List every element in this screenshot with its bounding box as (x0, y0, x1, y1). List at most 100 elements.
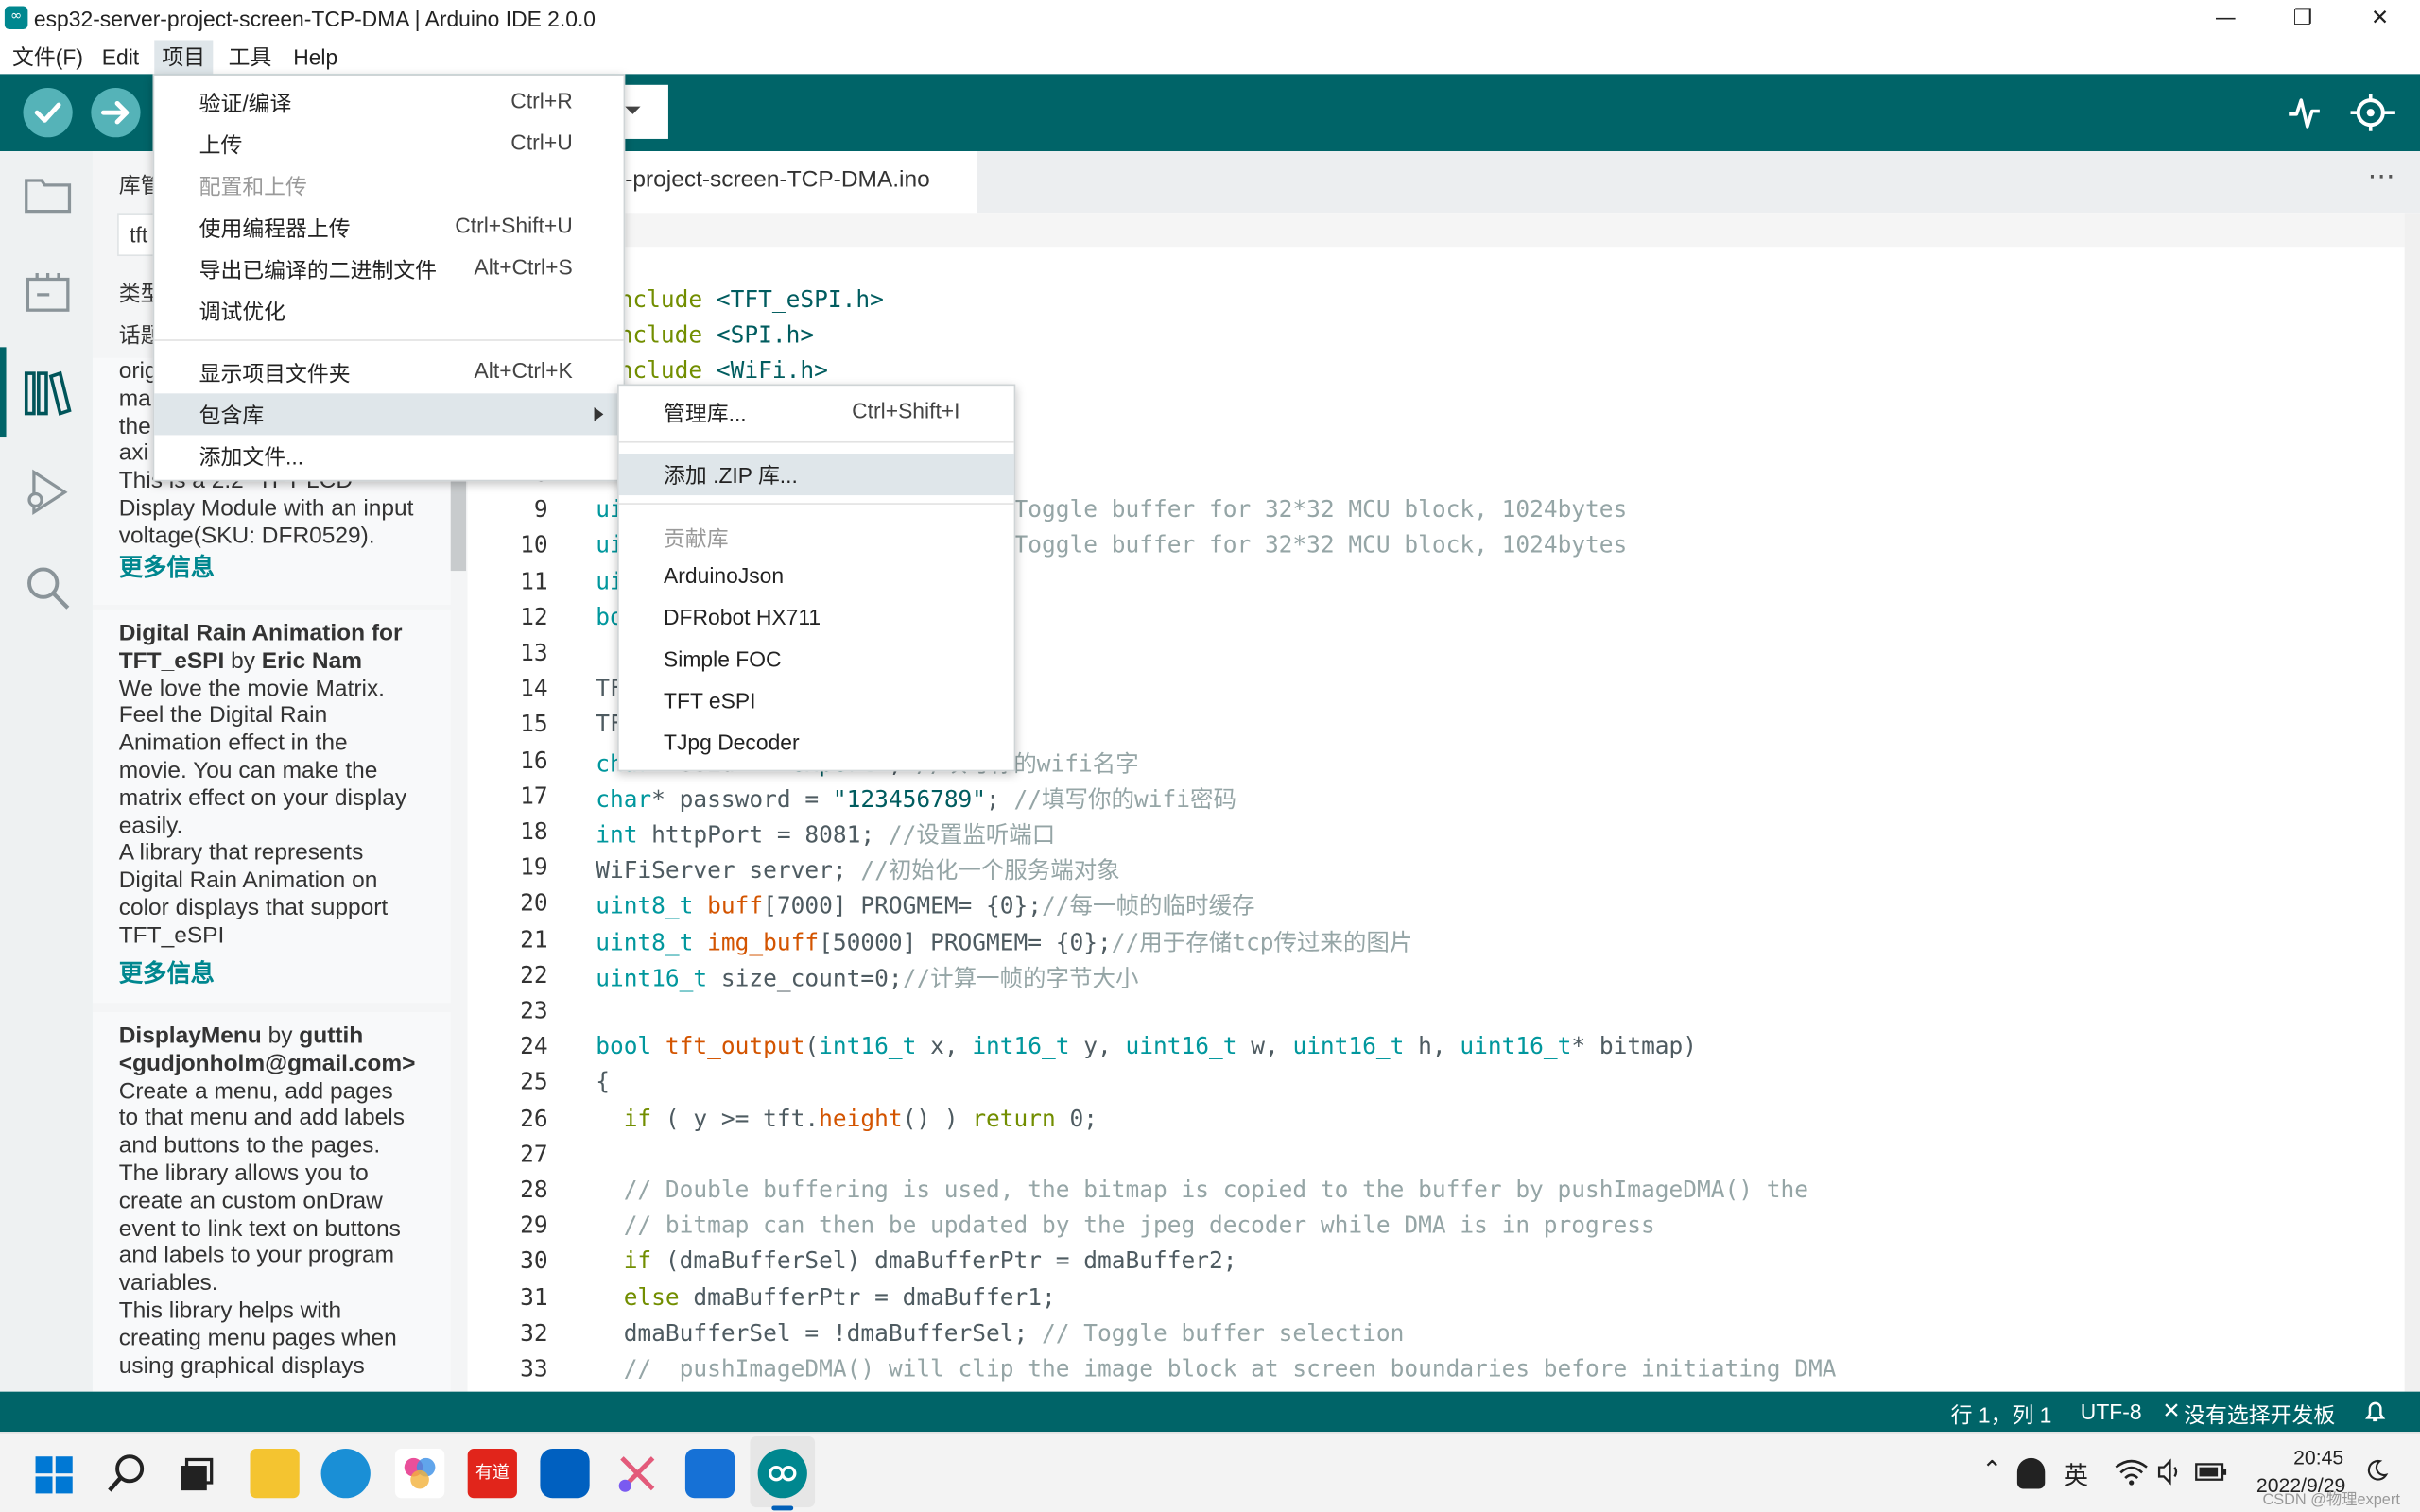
input-method-indicator[interactable]: 英 (2064, 1455, 2088, 1492)
edge-browser-icon[interactable] (320, 1449, 371, 1499)
file-encoding: UTF-8 (2080, 1399, 2142, 1424)
menu-manage-libraries[interactable]: 管理库... Ctrl+Shift+I (619, 392, 1014, 434)
library-description: Digital Rain Animation for TFT_eSPI by E… (119, 620, 436, 950)
menu-sketch[interactable]: 项目 (154, 40, 214, 75)
lenovo-app-icon[interactable] (540, 1449, 590, 1499)
library-dfrobot-hx711[interactable]: DFRobot HX711 (619, 598, 1014, 640)
phone-link-icon[interactable] (684, 1449, 735, 1499)
menu-help[interactable]: Help (285, 40, 345, 74)
serial-monitor-icon[interactable] (2347, 91, 2400, 134)
boards-manager-icon[interactable] (22, 266, 75, 319)
library-manager-icon[interactable] (22, 368, 75, 421)
line-number: 27 (520, 1140, 548, 1168)
menu-bar: 文件(F) Edit 项目 工具 Help (0, 40, 2420, 75)
code-line: uint8_t img_buff[50000] PROGMEM= {0};//用… (596, 928, 1413, 956)
menu-export-binary[interactable]: 导出已编译的二进制文件 Alt+Ctrl+S (154, 249, 623, 290)
verify-button[interactable] (23, 88, 73, 138)
snipping-tool-icon[interactable] (613, 1449, 662, 1498)
editor-scrollbar[interactable] (2404, 213, 2420, 1392)
line-number: 17 (520, 782, 548, 810)
code-line: // Double buffering is used, the bitmap … (623, 1176, 1808, 1204)
line-number: 15 (520, 710, 548, 739)
line-number: 13 (520, 638, 548, 667)
line-number: 30 (520, 1246, 548, 1276)
code-line: if (dmaBufferSel) dmaBufferPtr = dmaBuff… (623, 1246, 1237, 1276)
battery-icon[interactable] (2195, 1459, 2229, 1484)
library-description: DisplayMenu by guttih <gudjonholm@gmail.… (118, 1022, 416, 1379)
code-line: else dmaBufferPtr = dmaBuffer1; (623, 1282, 1056, 1312)
sketchbook-folder-icon[interactable] (22, 166, 75, 219)
menu-add-file[interactable]: 添加文件... (154, 435, 623, 476)
activity-bar (0, 150, 93, 1392)
menu-tools[interactable]: 工具 (220, 40, 279, 74)
line-number: 23 (520, 996, 548, 1025)
code-line: nclude <SPI.h> (618, 320, 815, 350)
library-arduinojson[interactable]: ArduinoJson (619, 557, 1014, 598)
status-bar: 行 1，列 1 UTF-8 ✕ 没有选择开发板 (0, 1391, 2420, 1433)
menu-separator (618, 503, 1014, 505)
code-line: nclude <TFT_eSPI.h> (618, 285, 884, 314)
line-number: 24 (520, 1032, 548, 1060)
line-number: 31 (520, 1282, 548, 1312)
menu-verify-compile[interactable]: 验证/编译 Ctrl+R (154, 82, 623, 124)
menu-upload[interactable]: 上传 Ctrl+U (154, 124, 623, 165)
taskbar-search-icon[interactable] (105, 1452, 148, 1495)
line-number: 14 (520, 674, 548, 703)
active-app-indicator (771, 1505, 794, 1511)
volume-icon[interactable] (2156, 1458, 2184, 1486)
code-line: bool tft_output(int16_t x, int16_t y, ui… (596, 1032, 1698, 1060)
line-number: 33 (520, 1354, 548, 1383)
line-number: 29 (520, 1211, 548, 1240)
menu-include-library[interactable]: 包含库 (154, 393, 624, 436)
search-icon[interactable] (22, 561, 75, 614)
more-info-link[interactable]: 更多信息 (119, 549, 215, 583)
line-number: 12 (520, 603, 548, 631)
board-status[interactable]: 没有选择开发板 (2184, 1400, 2335, 1431)
task-view-icon[interactable] (176, 1455, 216, 1495)
youdao-dict-icon[interactable]: 有道 (467, 1449, 517, 1499)
windows-start-icon[interactable] (34, 1455, 74, 1495)
maximize-button[interactable]: ❐ (2266, 0, 2340, 40)
no-board-icon: ✕ (2162, 1398, 2181, 1423)
code-line: char* password = "123456789"; //填写你的wifi… (596, 784, 1236, 814)
line-number: 32 (520, 1318, 548, 1347)
library-tft-espi[interactable]: TFT eSPI (619, 682, 1014, 724)
photos-app-icon[interactable] (394, 1449, 445, 1499)
line-number: 20 (520, 889, 548, 918)
menu-edit[interactable]: Edit (95, 40, 147, 74)
focus-assist-moon-icon[interactable] (2364, 1458, 2389, 1483)
library-simple-foc[interactable]: Simple FOC (619, 641, 1014, 682)
chevron-right-icon (594, 407, 604, 421)
more-info-link[interactable]: 更多信息 (119, 955, 215, 989)
code-line: uint8_t buff[7000] PROGMEM= {0};//每一帧的临时… (596, 892, 1255, 920)
close-button[interactable]: ✕ (2342, 0, 2416, 40)
show-hidden-icons[interactable]: ⌃ (1981, 1455, 2002, 1485)
menu-show-sketch-folder[interactable]: 显示项目文件夹 Alt+Ctrl+K (154, 352, 623, 393)
menu-file[interactable]: 文件(F) (5, 40, 91, 74)
active-view-indicator (0, 347, 7, 438)
arduino-ide-taskbar-icon[interactable] (757, 1449, 807, 1499)
upload-button[interactable] (91, 88, 141, 138)
code-line: { (596, 1068, 610, 1096)
more-actions-icon[interactable]: ⋯ (2367, 161, 2394, 193)
menu-debug-optimize[interactable]: 调试优化 (154, 290, 623, 332)
menu-add-zip-library[interactable]: 添加 .ZIP 库... (618, 453, 1014, 496)
code-line: if ( y >= tft.height() ) return 0; (623, 1104, 1098, 1132)
tab-filename: -project-screen-TCP-DMA.ino (625, 166, 930, 194)
file-explorer-icon[interactable] (250, 1449, 300, 1499)
library-entry: DisplayMenu by guttih <gudjonholm@gmail.… (92, 1012, 451, 1392)
code-line: // bitmap can then be updated by the jpe… (623, 1211, 1655, 1240)
notification-bell-icon[interactable] (2363, 1400, 2388, 1424)
watermark: CSDN @物理expert (2262, 1491, 2400, 1509)
menu-upload-programmer[interactable]: 使用编程器上传 Ctrl+Shift+U (154, 207, 623, 249)
minimize-button[interactable]: — (2188, 0, 2262, 40)
qq-tray-icon[interactable] (2016, 1457, 2046, 1489)
wifi-icon[interactable] (2115, 1458, 2149, 1486)
clock-time[interactable]: 20:45 (2293, 1446, 2343, 1469)
serial-plotter-icon[interactable] (2284, 93, 2324, 132)
library-entry: Digital Rain Animation for TFT_eSPI by E… (92, 609, 451, 1004)
debug-icon[interactable] (22, 466, 75, 519)
include-library-submenu: 管理库... Ctrl+Shift+I 添加 .ZIP 库... 贡献库 Ardu… (617, 384, 1016, 772)
sketch-menu: 验证/编译 Ctrl+R 上传 Ctrl+U 配置和上传 使用编程器上传 Ctrl+S… (152, 74, 626, 482)
library-tjpg-decoder[interactable]: TJpg Decoder (619, 724, 1014, 765)
